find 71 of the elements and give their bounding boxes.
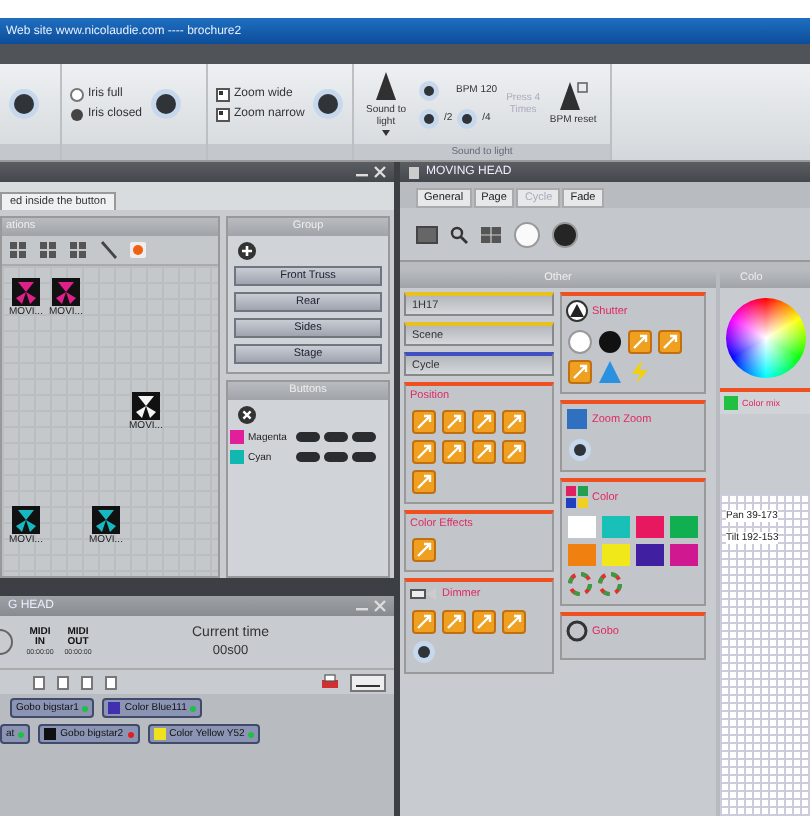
printer-icon[interactable] (320, 674, 340, 690)
pill-button[interactable] (352, 432, 376, 442)
add-icon[interactable] (238, 242, 256, 260)
color-swatch[interactable] (568, 544, 596, 566)
pill-button[interactable] (296, 432, 320, 442)
ruler-icon[interactable] (350, 673, 386, 691)
moving-head-icon[interactable] (92, 506, 120, 535)
close-icon[interactable] (374, 166, 386, 178)
preset-icon[interactable] (472, 410, 496, 434)
filled-circle-icon[interactable] (598, 330, 622, 354)
filled-circle-icon[interactable] (552, 221, 578, 247)
knob[interactable] (418, 107, 440, 129)
search-icon[interactable] (450, 225, 468, 243)
color-swatch[interactable] (568, 516, 596, 538)
dots-icon[interactable] (8, 240, 28, 260)
pill-button[interactable] (296, 452, 320, 462)
pill-button[interactable] (324, 432, 348, 442)
color-swatch[interactable] (636, 544, 664, 566)
rainbow-ring-icon[interactable] (598, 572, 622, 596)
knob[interactable] (150, 88, 183, 120)
strobe-icon[interactable] (628, 330, 652, 354)
pill-button[interactable] (324, 452, 348, 462)
grid-icon[interactable] (480, 225, 502, 243)
preset-icon[interactable] (412, 440, 436, 464)
color-swatch[interactable] (602, 544, 630, 566)
open-circle-icon[interactable] (514, 221, 540, 247)
rainbow-ring-icon[interactable] (568, 572, 592, 596)
warning-icon (566, 300, 588, 322)
palette-icon (566, 486, 588, 508)
zoom-icon (566, 408, 588, 430)
preset-icon[interactable] (412, 610, 436, 634)
color-swatch[interactable] (670, 544, 698, 566)
close-icon[interactable] (238, 406, 256, 424)
preset-icon[interactable] (502, 440, 526, 464)
grid-icon[interactable] (38, 240, 58, 260)
preset-icon[interactable] (472, 440, 496, 464)
pill-button[interactable] (352, 452, 376, 462)
spotlight-icon (410, 586, 438, 602)
screen-icon[interactable] (416, 225, 438, 243)
color-swatch (724, 396, 738, 410)
strobe-icon[interactable] (658, 330, 682, 354)
grid-icon (216, 87, 230, 101)
preset-icon[interactable] (442, 440, 466, 464)
ring-icon (566, 620, 588, 642)
knob[interactable] (8, 88, 40, 120)
grid-icon (216, 107, 230, 121)
preset-icon[interactable] (412, 410, 436, 434)
preset-icon[interactable] (502, 610, 526, 634)
moving-head-icon[interactable] (12, 506, 40, 535)
preset-icon[interactable] (502, 410, 526, 434)
knob[interactable] (418, 79, 440, 101)
preset-icon[interactable] (442, 610, 466, 634)
caret-icon (382, 130, 390, 136)
strobe-icon[interactable] (568, 360, 592, 384)
knob[interactable] (456, 107, 479, 129)
knob[interactable] (312, 88, 345, 120)
moving-head-icon[interactable] (132, 392, 160, 421)
color-swatch[interactable] (602, 516, 630, 538)
fixture-icon (408, 165, 420, 179)
preset-icon[interactable] (442, 410, 466, 434)
color-swatch[interactable] (670, 516, 698, 538)
knob[interactable] (412, 640, 436, 664)
knob[interactable] (568, 438, 592, 462)
metronome-icon (559, 82, 588, 110)
preset-icon[interactable] (412, 538, 436, 562)
preset-icon[interactable] (472, 610, 496, 634)
metronome-icon (376, 72, 396, 100)
color-wheel[interactable] (726, 298, 806, 378)
ring-icon (0, 628, 16, 656)
preset-icon[interactable] (412, 470, 436, 494)
color-swatch[interactable] (636, 516, 664, 538)
